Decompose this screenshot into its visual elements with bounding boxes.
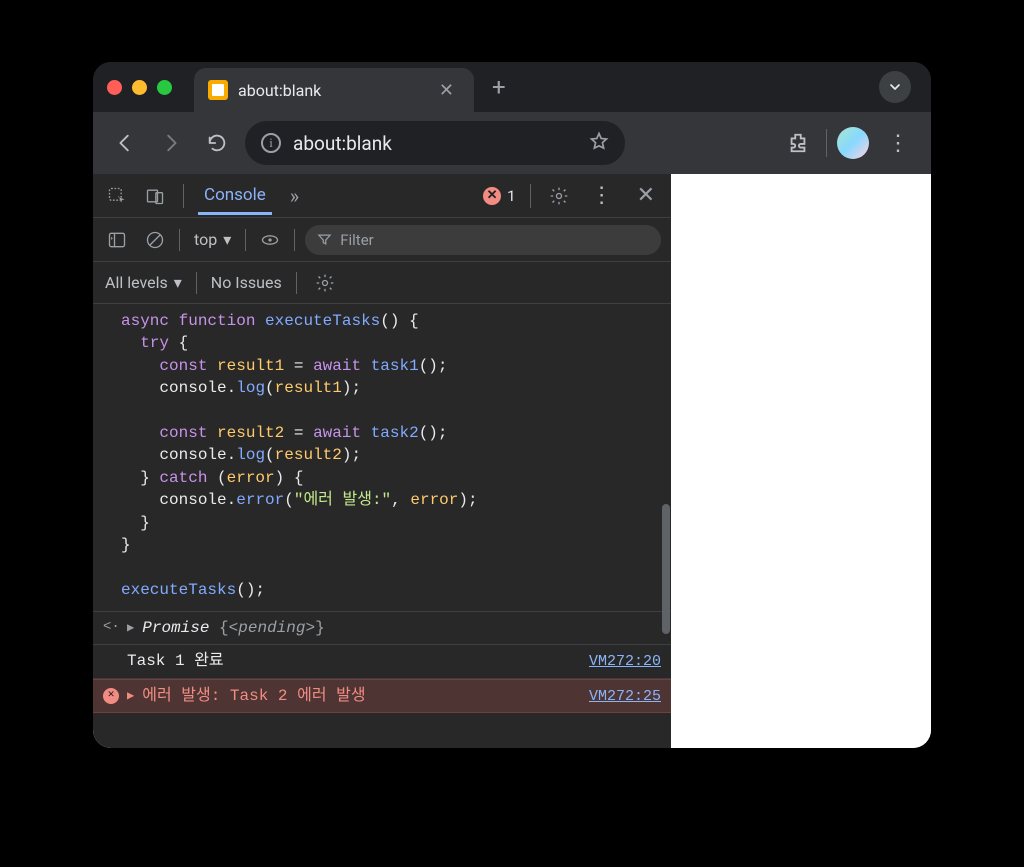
console-toolbar: top ▾ Filter: [93, 218, 671, 262]
error-icon: ✕: [103, 688, 119, 704]
minimize-window-button[interactable]: [132, 80, 147, 95]
chevron-down-icon: ▾: [223, 230, 231, 249]
clear-console-icon[interactable]: [141, 226, 169, 254]
site-info-icon[interactable]: i: [261, 133, 281, 153]
log-levels-bar: All levels ▾ No Issues: [93, 262, 671, 304]
console-tab[interactable]: Console: [198, 176, 272, 215]
console-settings-icon[interactable]: [311, 269, 339, 297]
return-arrow-icon: <·: [103, 618, 119, 638]
filter-placeholder: Filter: [340, 231, 374, 249]
profile-avatar[interactable]: [837, 127, 869, 159]
filter-input[interactable]: Filter: [305, 225, 661, 255]
browser-tab[interactable]: about:blank ✕: [194, 68, 474, 112]
more-tabs-button[interactable]: »: [282, 184, 307, 208]
address-text: about:blank: [293, 132, 577, 155]
device-toolbar-icon[interactable]: [141, 182, 169, 210]
tab-search-button[interactable]: [879, 71, 911, 103]
devtools-tabbar: Console » ✕ 1 ⋮ ✕: [93, 174, 671, 218]
return-value: Promise {<pending>}: [142, 617, 661, 639]
context-selector[interactable]: top ▾: [190, 230, 235, 249]
log-levels-label: All levels: [105, 273, 168, 292]
close-window-button[interactable]: [107, 80, 122, 95]
address-bar[interactable]: i about:blank: [245, 121, 625, 165]
back-button[interactable]: [107, 125, 143, 161]
tab-favicon: [208, 80, 228, 100]
log-message: Task 1 완료: [127, 650, 581, 672]
context-label: top: [194, 230, 217, 249]
filter-icon: [317, 232, 332, 247]
reload-button[interactable]: [199, 125, 235, 161]
forward-button[interactable]: [153, 125, 189, 161]
tab-title: about:blank: [238, 81, 433, 100]
log-source-link[interactable]: VM272:20: [589, 651, 661, 672]
error-source-link[interactable]: VM272:25: [589, 686, 661, 707]
console-input-code: async function executeTasks() { try { co…: [93, 304, 671, 612]
page-viewport[interactable]: [671, 174, 931, 748]
tab-strip: about:blank ✕ +: [93, 62, 931, 112]
console-return-row[interactable]: <· ▶ Promise {<pending>}: [93, 612, 671, 645]
error-message: 에러 발생: Task 2 에러 발생: [142, 685, 581, 707]
window-controls: [107, 80, 172, 95]
bookmark-icon[interactable]: [589, 131, 609, 156]
log-levels-selector[interactable]: All levels ▾: [105, 273, 182, 292]
settings-icon[interactable]: [545, 182, 573, 210]
live-expression-icon[interactable]: [256, 226, 284, 254]
browser-window: about:blank ✕ + i about:blank: [93, 62, 931, 748]
error-count: 1: [507, 187, 515, 205]
console-log-row[interactable]: · Task 1 완료 VM272:20: [93, 645, 671, 678]
sidebar-toggle-icon[interactable]: [103, 226, 131, 254]
console-output[interactable]: async function executeTasks() { try { co…: [93, 304, 671, 748]
content-area: Console » ✕ 1 ⋮ ✕: [93, 174, 931, 748]
error-icon: ✕: [483, 187, 501, 205]
scrollbar-thumb[interactable]: [662, 504, 670, 634]
browser-menu-button[interactable]: ⋮: [879, 131, 917, 156]
inspect-element-icon[interactable]: [103, 182, 131, 210]
extensions-button[interactable]: [780, 125, 816, 161]
close-tab-button[interactable]: ✕: [433, 78, 460, 103]
browser-toolbar: i about:blank ⋮: [93, 112, 931, 174]
fullscreen-window-button[interactable]: [157, 80, 172, 95]
devtools-close-button[interactable]: ✕: [631, 183, 661, 208]
devtools-menu-button[interactable]: ⋮: [583, 183, 621, 208]
console-error-row[interactable]: ✕ ▶ 에러 발생: Task 2 에러 발생 VM272:25: [93, 679, 671, 713]
disclosure-triangle-icon[interactable]: ▶: [127, 688, 134, 705]
toolbar-divider: [826, 129, 827, 157]
devtools-panel: Console » ✕ 1 ⋮ ✕: [93, 174, 671, 748]
new-tab-button[interactable]: +: [474, 73, 524, 101]
error-badge[interactable]: ✕ 1: [483, 187, 515, 205]
disclosure-triangle-icon[interactable]: ▶: [127, 620, 134, 637]
issues-label[interactable]: No Issues: [211, 273, 282, 292]
chevron-down-icon: ▾: [174, 273, 182, 292]
